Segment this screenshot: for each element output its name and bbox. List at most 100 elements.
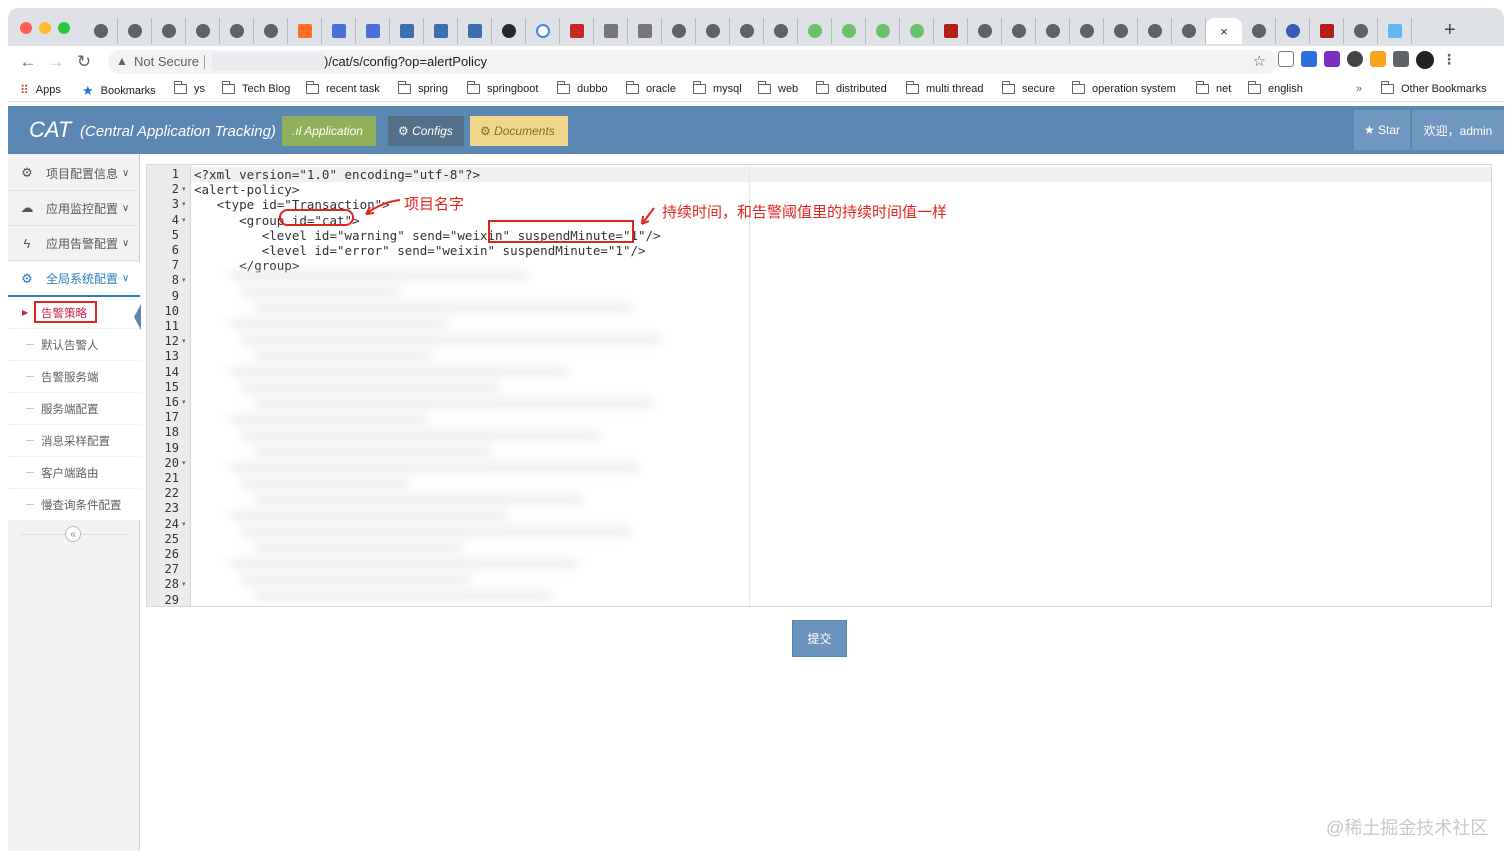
- close-tab-icon[interactable]: ×: [1220, 24, 1228, 39]
- close-window-button[interactable]: [20, 22, 32, 34]
- fold-toggle-icon[interactable]: ▾: [182, 276, 186, 284]
- browser-tab[interactable]: [1036, 18, 1070, 44]
- browser-tab[interactable]: [594, 18, 628, 44]
- not-secure-label[interactable]: Not Secure: [134, 54, 199, 69]
- bookmark-folder[interactable]: operation system: [1072, 81, 1176, 95]
- browser-tab[interactable]: [1310, 18, 1344, 44]
- bookmark-folder[interactable]: dubbo: [557, 81, 608, 95]
- forward-button[interactable]: →: [44, 50, 68, 74]
- browser-tab[interactable]: [696, 18, 730, 44]
- browser-tab[interactable]: [288, 18, 322, 44]
- browser-tab[interactable]: [492, 18, 526, 44]
- browser-tab-active[interactable]: ×: [1206, 18, 1242, 44]
- browser-tab[interactable]: [1172, 18, 1206, 44]
- bookmark-folder[interactable]: multi thread: [906, 81, 983, 95]
- browser-tab[interactable]: [866, 18, 900, 44]
- bookmark-star-icon[interactable]: ☆: [1253, 52, 1266, 70]
- browser-tab[interactable]: [186, 18, 220, 44]
- code-line[interactable]: <?xml version="1.0" encoding="utf-8"?>: [194, 167, 480, 182]
- sidebar-subitem-client-router[interactable]: 客户端路由: [8, 457, 140, 489]
- profile-avatar[interactable]: [1416, 51, 1434, 69]
- shield-extension-icon[interactable]: [1278, 51, 1294, 67]
- fold-toggle-icon[interactable]: ▾: [182, 185, 186, 193]
- reload-button[interactable]: ↻: [72, 50, 96, 74]
- nav-configs-button[interactable]: ⚙ Configs: [388, 116, 464, 146]
- fold-toggle-icon[interactable]: ▾: [182, 216, 186, 224]
- browser-tab[interactable]: [560, 18, 594, 44]
- browser-tab[interactable]: [84, 18, 118, 44]
- bookmark-apps[interactable]: ⠿ Apps: [20, 83, 61, 97]
- bookmark-folder[interactable]: mysql: [693, 81, 742, 95]
- bookmark-folder[interactable]: Tech Blog: [222, 81, 290, 95]
- sidebar-item-global-config[interactable]: ⚙ 全局系统配置 ∨: [8, 262, 140, 297]
- browser-tab[interactable]: [730, 18, 764, 44]
- fold-toggle-icon[interactable]: ▾: [182, 200, 186, 208]
- browser-tab[interactable]: [1276, 18, 1310, 44]
- submit-button[interactable]: 提交: [792, 620, 847, 657]
- browser-tab[interactable]: [220, 18, 254, 44]
- sidebar-subitem-server-config[interactable]: 服务端配置: [8, 393, 140, 425]
- bookmark-bookmarks[interactable]: ★ Bookmarks: [82, 83, 156, 99]
- other-bookmarks[interactable]: Other Bookmarks: [1381, 81, 1487, 95]
- code-line[interactable]: <alert-policy>: [194, 182, 299, 197]
- browser-tab[interactable]: [526, 18, 560, 44]
- user-menu[interactable]: 欢迎，admin: [1412, 110, 1504, 150]
- sidebar-item-monitor-config[interactable]: ☁ 应用监控配置 ∨: [8, 191, 140, 226]
- bookmark-folder[interactable]: springboot: [467, 81, 538, 95]
- browser-tab[interactable]: [1138, 18, 1172, 44]
- browser-tab[interactable]: [764, 18, 798, 44]
- sidebar-item-project-config[interactable]: ⚙ 项目配置信息 ∨: [8, 156, 140, 191]
- bookmark-folder[interactable]: oracle: [626, 81, 676, 95]
- puzzle-extensions-icon[interactable]: [1393, 51, 1409, 67]
- sidebar-subitem-alert-server[interactable]: 告警服务端: [8, 361, 140, 393]
- minimize-window-button[interactable]: [39, 22, 51, 34]
- browser-tab[interactable]: [1104, 18, 1138, 44]
- bookmark-folder[interactable]: secure: [1002, 81, 1055, 95]
- fold-toggle-icon[interactable]: ▾: [182, 580, 186, 588]
- bookmark-folder[interactable]: english: [1248, 81, 1303, 95]
- xml-code-editor[interactable]: 1 2 ▾ 3 ▾ 4 ▾ 5 6 7 8 ▾ 9 10 11 12 ▾ 13 14 15 16 ▾ 17 18 19 20 ▾ 21…: [146, 164, 1492, 607]
- sidebar-subitem-sampling-config[interactable]: 消息采样配置: [8, 425, 140, 457]
- sidebar-subitem-default-receiver[interactable]: 默认告警人: [8, 329, 140, 361]
- browser-tab[interactable]: [1344, 18, 1378, 44]
- browser-tab[interactable]: [934, 18, 968, 44]
- w-extension-icon[interactable]: [1301, 51, 1317, 67]
- browser-tab[interactable]: [900, 18, 934, 44]
- browser-tab[interactable]: [832, 18, 866, 44]
- nav-application-button[interactable]: .ıl Application: [282, 116, 376, 146]
- bookmark-folder[interactable]: spring: [398, 81, 448, 95]
- url-text[interactable]: )/cat/s/config?op=alertPolicy: [324, 54, 487, 69]
- browser-tab[interactable]: [458, 18, 492, 44]
- back-button[interactable]: ←: [16, 50, 40, 74]
- browser-tab[interactable]: [118, 18, 152, 44]
- orange-extension-icon[interactable]: [1370, 51, 1386, 67]
- browser-tab[interactable]: [424, 18, 458, 44]
- sidebar-subitem-slow-query-config[interactable]: 慢查询条件配置: [8, 489, 140, 521]
- star-button[interactable]: ★ Star: [1354, 110, 1410, 150]
- browser-tab[interactable]: [1378, 18, 1412, 44]
- sidebar-item-alert-config[interactable]: ϟ 应用告警配置 ∨: [8, 226, 140, 261]
- browser-tab[interactable]: [152, 18, 186, 44]
- bookmark-folder[interactable]: ys: [174, 81, 205, 95]
- bookmark-folder[interactable]: net: [1196, 81, 1231, 95]
- bookmark-folder[interactable]: recent task: [306, 81, 380, 95]
- new-tab-button[interactable]: +: [1444, 20, 1456, 40]
- address-bar[interactable]: ▲ Not Secure )/cat/s/config?op=alertPoli…: [108, 50, 1278, 74]
- browser-tab[interactable]: [1070, 18, 1104, 44]
- sidebar-collapse-button[interactable]: «: [65, 526, 81, 542]
- bookmark-folder[interactable]: distributed: [816, 81, 887, 95]
- browser-tab[interactable]: [1002, 18, 1036, 44]
- browser-tab[interactable]: [254, 18, 288, 44]
- dark-extension-icon[interactable]: [1347, 51, 1363, 67]
- maximize-window-button[interactable]: [58, 22, 70, 34]
- app-logo[interactable]: CAT: [29, 117, 71, 143]
- browser-tab[interactable]: [322, 18, 356, 44]
- browser-tab[interactable]: [798, 18, 832, 44]
- fold-toggle-icon[interactable]: ▾: [182, 459, 186, 467]
- browser-tab[interactable]: [662, 18, 696, 44]
- browser-tab[interactable]: [1242, 18, 1276, 44]
- fold-toggle-icon[interactable]: ▾: [182, 520, 186, 528]
- browser-tab[interactable]: [968, 18, 1002, 44]
- fold-toggle-icon[interactable]: ▾: [182, 337, 186, 345]
- browser-tab[interactable]: [390, 18, 424, 44]
